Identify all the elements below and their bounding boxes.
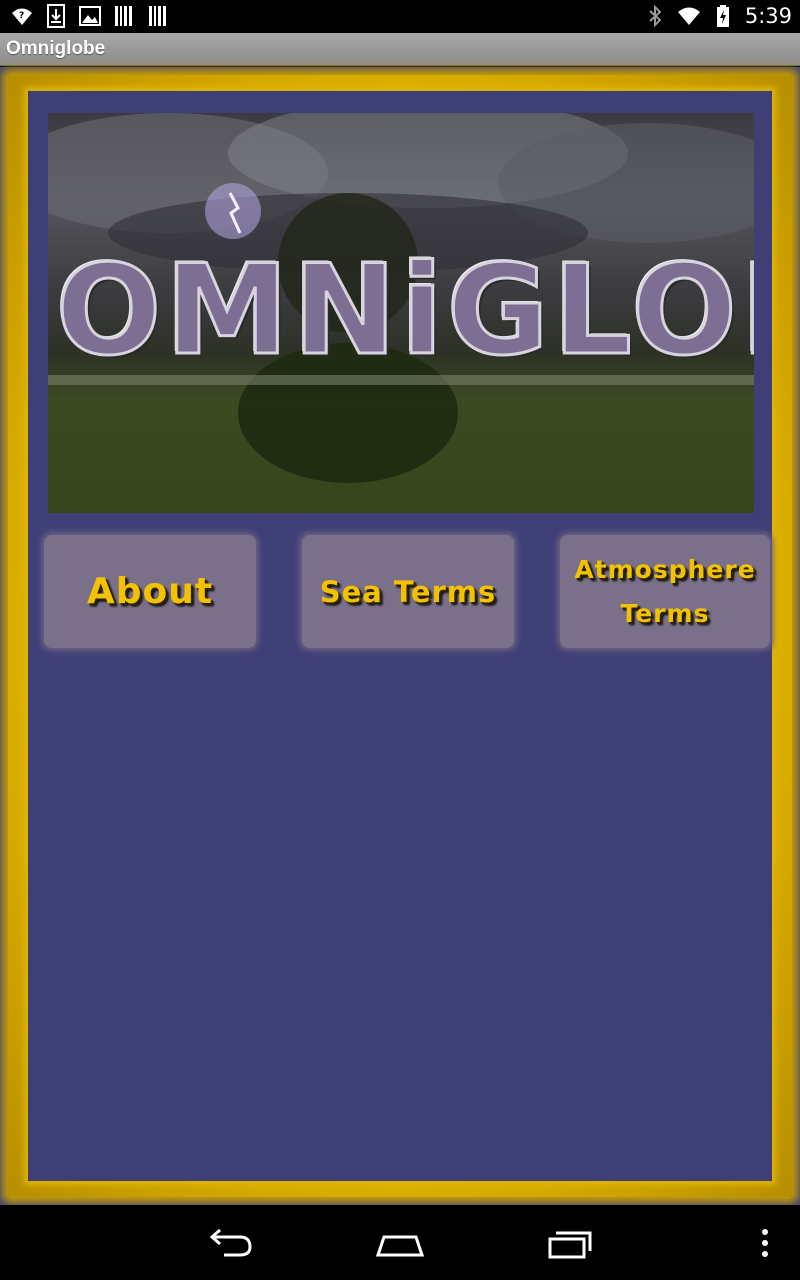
atmosphere-terms-button-label: Atmosphere Terms [574,548,755,636]
image-icon [79,6,101,26]
overflow-menu-icon[interactable] [735,1225,795,1261]
sea-terms-button-label: Sea Terms [319,574,497,609]
svg-text:?: ? [19,11,24,21]
about-button-label: About [86,571,214,612]
atmosphere-terms-line2: Terms [620,598,710,628]
notification-icons: ? [10,4,170,28]
barcode-icon [115,6,132,26]
status-bar: ? 5:39 [0,0,800,33]
download-icon [47,4,65,28]
wifi-icon [677,7,700,25]
about-button[interactable]: About [44,535,256,648]
wifi-question-icon: ? [12,8,32,25]
barcode-icon [149,6,166,26]
back-icon[interactable] [200,1225,260,1261]
atmosphere-terms-button[interactable]: Atmosphere Terms [560,535,770,648]
recent-apps-icon[interactable] [540,1225,600,1261]
omniglobe-logo: OMNiGLOBE [55,239,755,383]
sea-terms-button[interactable]: Sea Terms [302,535,514,648]
navigation-bar [0,1205,800,1280]
app-title: Omniglobe [6,38,106,59]
system-icons: 5:39 [643,4,792,28]
omniglobe-banner: OMNiGLOBE [48,113,754,513]
atmosphere-terms-line1: Atmosphere [574,554,756,584]
action-bar: Omniglobe [0,33,800,66]
battery-charging-icon [716,5,729,27]
home-icon[interactable] [370,1225,430,1261]
bluetooth-icon [649,4,662,28]
clock: 5:39 [744,4,792,28]
